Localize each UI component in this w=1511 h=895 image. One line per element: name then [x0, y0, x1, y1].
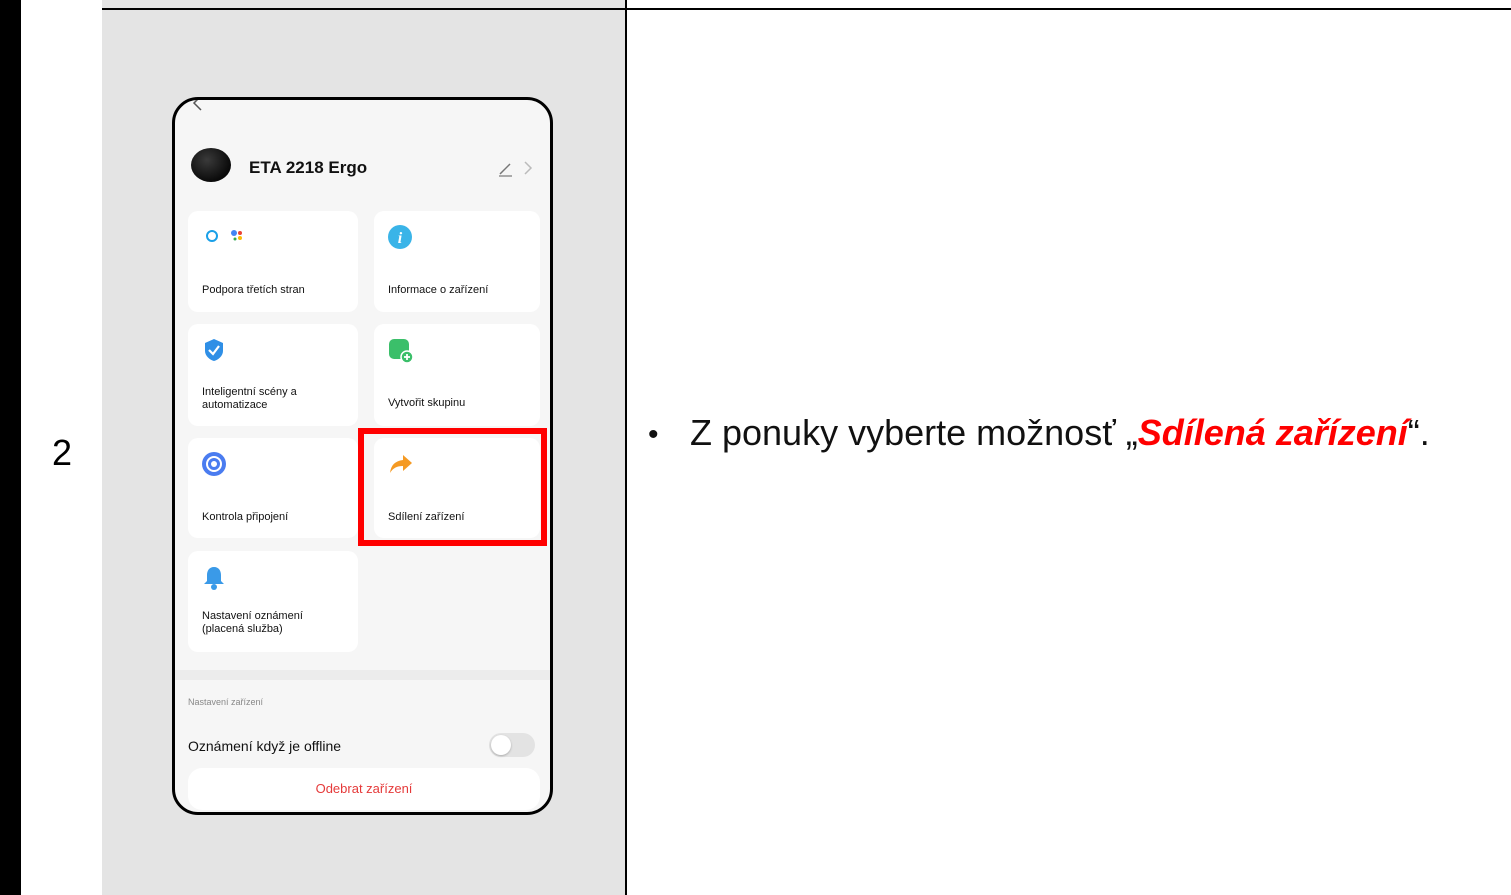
- tile-label: Informace o zařízení: [388, 284, 489, 296]
- tile-device-info[interactable]: i Informace o zařízení: [374, 211, 540, 312]
- highlight-box: [358, 428, 547, 546]
- device-name: ETA 2218 Ergo: [249, 158, 368, 177]
- settings-section-label: Nastavení zařízení: [188, 697, 264, 707]
- instruction-prefix: Z ponuky vyberte možnosť „: [690, 412, 1138, 453]
- offline-notification-toggle[interactable]: [489, 733, 535, 757]
- tile-smart-scenes[interactable]: Inteligentní scény a automatizace: [188, 324, 358, 426]
- bell-icon: [204, 567, 224, 590]
- scene-icon: [205, 339, 223, 361]
- instruction-text: Z ponuky vyberte možnosť „Sdílená zaříze…: [690, 410, 1450, 455]
- chevron-right-icon[interactable]: [523, 159, 533, 177]
- remove-device-button[interactable]: Odebrat zařízení: [188, 768, 540, 810]
- tile-label: Vytvořit skupinu: [388, 397, 466, 409]
- connection-check-icon: [202, 452, 226, 476]
- tile-label: Inteligentní scény a automatizace: [202, 386, 297, 411]
- group-add-icon: [389, 339, 414, 364]
- robot-vacuum-icon: [191, 148, 231, 182]
- section-separator: [175, 670, 550, 680]
- tile-label: Podpora třetích stran: [202, 284, 305, 296]
- column-divider: [625, 0, 627, 895]
- tile-notification-settings[interactable]: Nastavení oznámení (placená služba): [188, 551, 358, 652]
- svg-text:i: i: [398, 230, 403, 247]
- info-icon: i: [388, 225, 412, 249]
- instruction-suffix: “.: [1407, 412, 1430, 453]
- edit-icon[interactable]: [497, 160, 515, 178]
- third-party-icon: [206, 230, 242, 242]
- tile-label: Kontrola připojení: [202, 511, 289, 523]
- row-divider: [102, 8, 1511, 10]
- tile-connection-check[interactable]: Kontrola připojení: [188, 438, 358, 538]
- tile-create-group[interactable]: Vytvořit skupinu: [374, 324, 540, 426]
- tile-third-party-support[interactable]: Podpora třetích stran: [188, 211, 358, 312]
- toggle-knob: [491, 735, 511, 755]
- bullet: •: [648, 418, 659, 451]
- instruction-highlight: Sdílená zařízení: [1137, 412, 1408, 453]
- back-arrow-icon[interactable]: [191, 97, 205, 114]
- offline-notification-label: Oznámení když je offline: [188, 738, 342, 754]
- tile-label: Nastavení oznámení (placená služba): [202, 610, 303, 635]
